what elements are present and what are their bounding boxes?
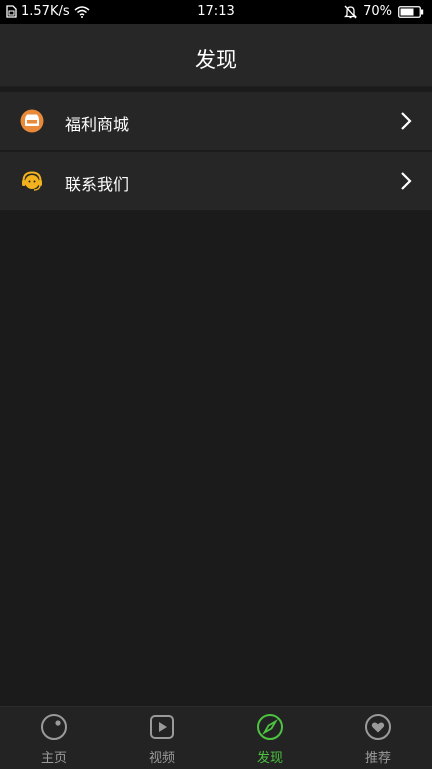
nav-item-recommend[interactable]: 推荐 [324, 707, 432, 769]
list-item-label: 福利商城 [65, 115, 130, 134]
nav-label: 推荐 [364, 751, 391, 766]
heart-icon [364, 713, 392, 741]
battery-percent: 70% [363, 4, 392, 19]
nav-item-discover[interactable]: 发现 [216, 707, 324, 769]
list-item-shop[interactable]: 福利商城 [0, 92, 432, 152]
nav-label: 发现 [256, 751, 283, 766]
bottom-nav: 主页 视频 发现 推荐 [0, 706, 432, 769]
discover-list: 福利商城 联系我们 [0, 92, 432, 212]
video-icon [148, 713, 176, 741]
chevron-right-icon [400, 171, 412, 191]
list-item-label: 联系我们 [65, 175, 130, 194]
page-title: 发现 [195, 48, 237, 72]
chevron-right-icon [400, 111, 412, 131]
status-right: 70% [344, 4, 424, 19]
nav-item-home[interactable]: 主页 [0, 707, 108, 769]
support-icon [20, 169, 44, 193]
home-icon [40, 713, 68, 741]
battery-icon [398, 5, 424, 18]
compass-icon [256, 713, 284, 741]
silent-bell-icon [344, 5, 358, 19]
nav-item-video[interactable]: 视频 [108, 707, 216, 769]
app-header: 发现 [0, 24, 432, 87]
status-bar: 1.57K/s 17:13 70% [0, 0, 432, 24]
shop-icon [20, 109, 44, 133]
nav-label: 主页 [40, 751, 67, 766]
nav-label: 视频 [148, 751, 175, 766]
list-item-contact[interactable]: 联系我们 [0, 152, 432, 212]
